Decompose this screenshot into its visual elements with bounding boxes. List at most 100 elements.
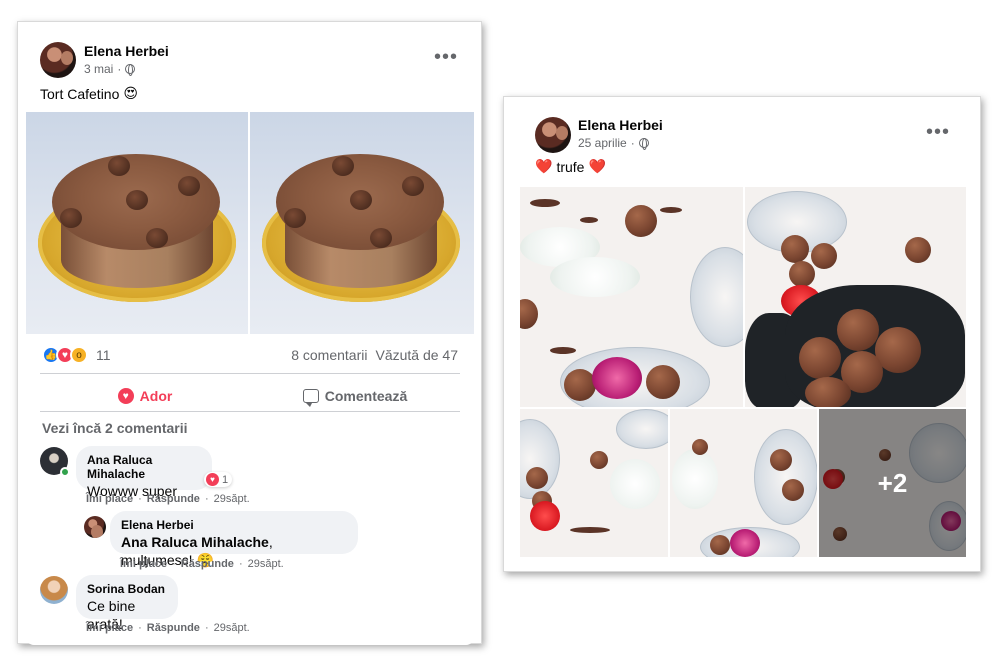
more-photos-overlay[interactable]: +2 (819, 409, 966, 557)
truffle-ball (905, 237, 931, 263)
separator: · (204, 493, 209, 505)
white-flowers (610, 459, 660, 509)
reply-time[interactable]: 29săpt. (248, 558, 284, 570)
comment-like-link[interactable]: Îmi place (86, 622, 133, 634)
cake-truffle (350, 190, 372, 210)
reply-bubble: Elena Herbei Ana Raluca Mihalache, mulțu… (110, 511, 358, 569)
comment-actions: Îmi place · Răspunde · 29săpt. (86, 493, 250, 505)
see-more-comments-link[interactable]: Vezi încă 2 comentarii (42, 420, 188, 436)
commenter-name[interactable]: Ana Raluca Mihalache (87, 453, 200, 481)
truffle-ball (789, 261, 815, 287)
heart-emoji: ❤️ (535, 159, 553, 175)
comment-bubble: Sorina Bodan Ce bine arată! (76, 575, 178, 632)
reply-reply-link[interactable]: Răspunde (181, 558, 234, 570)
comment-time[interactable]: 29săpt. (214, 622, 250, 634)
post-date[interactable]: 3 mai (84, 62, 113, 76)
truffle-photo-5[interactable]: +2 (819, 409, 966, 557)
cake-photo-2[interactable] (250, 112, 474, 334)
comment-icon (302, 389, 319, 407)
truffle-ball (590, 451, 608, 469)
reply-author-name[interactable]: Elena Herbei (121, 518, 346, 532)
comment-button[interactable]: Comentează (250, 380, 460, 412)
truffle-ball (782, 479, 804, 501)
truffle-photo-2[interactable] (745, 187, 966, 407)
cocoa-dust (530, 199, 560, 207)
comment-reaction-badge[interactable]: ♥ 1 (204, 472, 233, 487)
cake-truffle (60, 208, 82, 228)
post-text-content: Tort Cafetino (40, 86, 120, 102)
separator: · (138, 622, 142, 634)
separator: · (204, 622, 209, 634)
truffle-ball (625, 205, 657, 237)
white-flowers (550, 257, 640, 297)
truffle-ball (837, 309, 879, 351)
meta-separator: · (117, 62, 122, 76)
post-text: Tort Cafetino 😍 (40, 86, 138, 102)
cocoa-dust (570, 527, 610, 533)
cellophane-bag (616, 409, 668, 449)
more-options-icon[interactable]: ••• (926, 122, 950, 142)
right-post-frame: Elena Herbei 25 aprilie · ••• ❤️ trufe ❤… (503, 96, 981, 572)
divider (40, 373, 460, 374)
truffle-ball (799, 337, 841, 379)
truffle-photo-1[interactable] (520, 187, 743, 407)
separator: · (138, 493, 142, 505)
cake-truffle (108, 156, 130, 176)
reply-author-avatar[interactable] (84, 516, 106, 538)
author-avatar[interactable] (535, 117, 571, 153)
cake-truffle (370, 228, 392, 248)
reply-mention[interactable]: Ana Raluca Mihalache (121, 534, 269, 550)
post-meta: 3 mai · (84, 62, 136, 76)
reply-like-link[interactable]: Îmi place (120, 558, 167, 570)
cake-truffle (332, 156, 354, 176)
truffle-ball (520, 299, 538, 329)
cake-truffle (126, 190, 148, 210)
author-name[interactable]: Elena Herbei (84, 43, 169, 59)
white-flowers (672, 449, 718, 509)
cellophane-bag (690, 247, 743, 347)
cake-truffle (402, 176, 424, 196)
truffle-photo-3[interactable] (520, 409, 668, 557)
comment-like-link[interactable]: Îmi place (86, 493, 133, 505)
comments-count[interactable]: 8 comentarii (291, 347, 367, 363)
truffle-ball (770, 449, 792, 471)
reaction-count: 11 (96, 347, 111, 363)
cake-photo-1[interactable] (26, 112, 248, 334)
truffle-photo-4[interactable] (670, 409, 817, 557)
reactions-summary[interactable]: 👍 ♥ o 11 (42, 346, 111, 364)
truffle-ball (646, 365, 680, 399)
heart-emoji: ❤️ (588, 159, 606, 175)
right-post-card: Elena Herbei 25 aprilie · ••• ❤️ trufe ❤… (512, 105, 966, 567)
comment-button-label: Comentează (324, 388, 408, 404)
cake-truffle (178, 176, 200, 196)
purple-flower (592, 357, 642, 399)
comment-reaction-count: 1 (222, 473, 229, 486)
more-options-icon[interactable]: ••• (434, 47, 458, 67)
post-meta: 25 aprilie · (578, 136, 649, 150)
post-stats: 8 comentarii Văzută de 47 (291, 347, 458, 363)
separator: · (172, 558, 176, 570)
cocoa-dust (580, 217, 598, 223)
cocoa-dust (550, 347, 576, 354)
comment-reply-link[interactable]: Răspunde (147, 493, 200, 505)
heart-icon: ♥ (117, 388, 134, 404)
love-button[interactable]: ♥ Ador (40, 380, 250, 412)
online-status-dot (60, 467, 70, 477)
cake-truffle (146, 228, 168, 248)
post-text: ❤️ trufe ❤️ (535, 159, 606, 175)
truffle-ball (781, 235, 809, 263)
views-count[interactable]: Văzută de 47 (375, 347, 458, 363)
truffle-ball (811, 243, 837, 269)
purple-flower (730, 529, 760, 557)
comment-time[interactable]: 29săpt. (214, 493, 250, 505)
author-avatar[interactable] (40, 42, 76, 78)
comment-reply-link[interactable]: Răspunde (147, 622, 200, 634)
commenter-name[interactable]: Sorina Bodan (87, 582, 166, 596)
red-flower (530, 501, 560, 531)
post-date[interactable]: 25 aprilie (578, 136, 627, 150)
left-post-card: Elena Herbei 3 mai · ••• Tort Cafetino 😍 (26, 30, 474, 645)
cocoa-dust (660, 207, 682, 213)
commenter-avatar[interactable] (40, 576, 68, 604)
truffle-ball (805, 377, 851, 407)
author-name[interactable]: Elena Herbei (578, 117, 663, 133)
